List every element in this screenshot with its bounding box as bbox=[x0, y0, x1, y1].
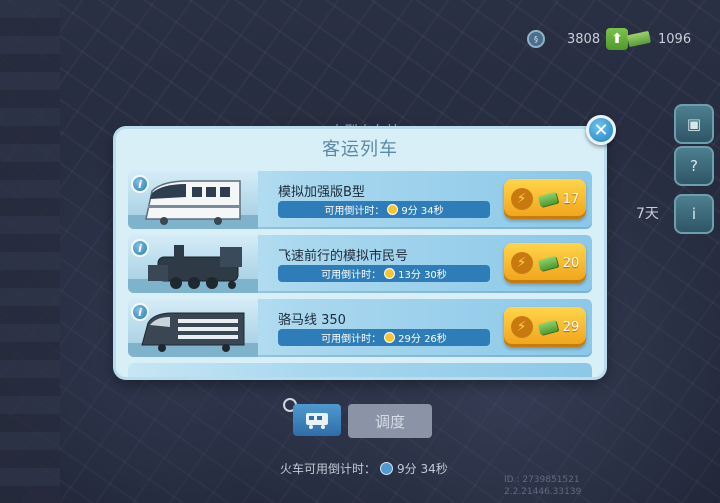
close-modal-button[interactable]: ✕ bbox=[586, 115, 616, 145]
countdown-value: 9分 34秒 bbox=[397, 462, 448, 476]
train-info-button[interactable]: i bbox=[131, 239, 149, 257]
train-icon bbox=[306, 413, 328, 429]
train-price: 20 bbox=[562, 255, 580, 271]
simcash-icon: § bbox=[527, 30, 545, 48]
timer-value: 29分 26秒 bbox=[398, 334, 447, 345]
build-id-line: ID : 2739851521 bbox=[504, 475, 580, 485]
lightning-icon: ⚡ bbox=[510, 316, 533, 338]
help-book-button[interactable]: ? bbox=[674, 146, 714, 186]
lightning-icon: ⚡ bbox=[510, 252, 533, 274]
train-info-button[interactable]: i bbox=[131, 175, 149, 193]
availability-timer: 可用倒计时： 13分 30秒 bbox=[278, 265, 490, 282]
train-info-button[interactable]: i bbox=[131, 303, 149, 321]
timer-label: 可用倒计时： bbox=[321, 270, 382, 281]
buy-train-button[interactable]: ⚡ 29 bbox=[504, 307, 586, 347]
select-train-button[interactable] bbox=[293, 404, 341, 436]
simcash-counter: § 3808 ⬆ bbox=[527, 26, 629, 52]
train-price: 17 bbox=[562, 191, 580, 207]
stopwatch-icon bbox=[387, 204, 399, 215]
buy-train-button[interactable]: ⚡ 17 bbox=[504, 179, 586, 219]
train-row-partial bbox=[128, 363, 592, 377]
level-up-icon[interactable]: ⬆ bbox=[606, 28, 629, 50]
simcash-value: 3808 bbox=[567, 31, 601, 47]
days-label: 7天 bbox=[636, 206, 659, 222]
book-icon: ? bbox=[690, 157, 698, 175]
availability-timer: 可用倒计时： 29分 26秒 bbox=[278, 329, 490, 346]
money-counter: 1096 bbox=[658, 26, 691, 52]
train-row: i 骆马线 350 可用倒计时： 29分 26秒 ⚡ 29 bbox=[128, 299, 592, 357]
money-value: 1096 bbox=[658, 31, 692, 47]
passenger-train-modal: 客运列车 i 模拟加强版B型 可用倒计时： 9分 34秒 ⚡ 17 i 飞速前行… bbox=[116, 129, 604, 377]
timer-value: 9分 34秒 bbox=[401, 206, 444, 217]
timer-value: 13分 30秒 bbox=[398, 270, 447, 281]
countdown-label: 火车可用倒计时： bbox=[280, 462, 377, 476]
simcash-bill-icon bbox=[537, 191, 558, 207]
advisor-button[interactable]: i bbox=[674, 194, 714, 234]
shop-button[interactable]: ▣ bbox=[674, 104, 714, 144]
build-version-line: 2.2.21446.33139 bbox=[504, 487, 582, 497]
train-name: 飞速前行的模拟市民号 bbox=[278, 249, 409, 264]
buy-train-button[interactable]: ⚡ 20 bbox=[504, 243, 586, 283]
train-name: 骆马线 350 bbox=[278, 313, 346, 328]
train-price: 29 bbox=[562, 319, 580, 335]
train-name: 模拟加强版B型 bbox=[278, 185, 365, 200]
dispatch-button[interactable]: 调度 bbox=[348, 404, 432, 438]
timer-label: 可用倒计时： bbox=[324, 206, 385, 217]
availability-timer: 可用倒计时： 9分 34秒 bbox=[278, 201, 490, 218]
timer-label: 可用倒计时： bbox=[321, 334, 382, 345]
stopwatch-icon bbox=[384, 332, 396, 343]
modal-title: 客运列车 bbox=[322, 139, 398, 160]
city-road bbox=[0, 0, 60, 503]
build-id: ID : 2739851521 2.2.21446.33139 bbox=[504, 474, 581, 498]
train-row: i 模拟加强版B型 可用倒计时： 9分 34秒 ⚡ 17 bbox=[128, 171, 592, 229]
lightning-icon: ⚡ bbox=[510, 188, 533, 210]
train-countdown: 火车可用倒计时： 9分 34秒 bbox=[280, 460, 448, 477]
close-icon: ✕ bbox=[593, 119, 609, 141]
simcash-bill-icon bbox=[537, 255, 558, 271]
stopwatch-icon bbox=[380, 462, 394, 475]
info-icon: i bbox=[691, 205, 697, 223]
simcash-bill-icon bbox=[537, 319, 558, 335]
shop-bag-icon: ▣ bbox=[686, 115, 702, 133]
stopwatch-icon bbox=[384, 268, 396, 279]
train-row: i 飞速前行的模拟市民号 可用倒计时： 13分 30秒 ⚡ 20 bbox=[128, 235, 592, 293]
